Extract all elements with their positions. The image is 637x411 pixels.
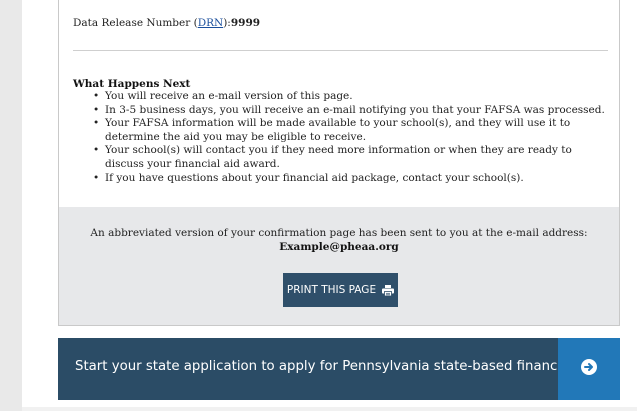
state-application-text: Start your state application to apply fo…	[75, 359, 602, 374]
drn-suffix: ):	[223, 17, 231, 29]
drn-label: Data Release Number (	[73, 17, 198, 29]
email-address: Example@pheaa.org	[279, 241, 399, 253]
list-item: You will receive an e-mail version of th…	[91, 90, 606, 104]
left-margin	[0, 0, 22, 411]
list-item: In 3-5 business days, you will receive a…	[91, 104, 606, 118]
arrow-circle-right-icon	[581, 359, 597, 379]
print-page-button[interactable]: PRINT THIS PAGE	[283, 273, 398, 307]
what-happens-next-list: You will receive an e-mail version of th…	[91, 90, 606, 185]
confirmation-card: Data Release Number (DRN):9999 What Happ…	[58, 0, 620, 326]
banner-arrow-button[interactable]	[558, 338, 620, 400]
printer-icon	[382, 284, 395, 296]
email-notice-band: An abbreviated version of your confirmat…	[59, 207, 619, 325]
list-item: Your school(s) will contact you if they …	[91, 144, 606, 171]
drn-link[interactable]: DRN	[198, 17, 224, 29]
state-application-banner[interactable]: Start your state application to apply fo…	[58, 338, 620, 400]
email-notice-text: An abbreviated version of your confirmat…	[90, 227, 588, 239]
drn-value: 9999	[230, 17, 261, 29]
drn-line: Data Release Number (DRN):9999	[73, 17, 260, 29]
what-happens-next-heading: What Happens Next	[73, 78, 191, 90]
bottom-edge	[22, 407, 637, 411]
section-divider	[73, 50, 608, 51]
list-item: If you have questions about your financi…	[91, 172, 606, 186]
list-item: Your FAFSA information will be made avai…	[91, 117, 606, 144]
print-button-label: PRINT THIS PAGE	[286, 284, 377, 296]
